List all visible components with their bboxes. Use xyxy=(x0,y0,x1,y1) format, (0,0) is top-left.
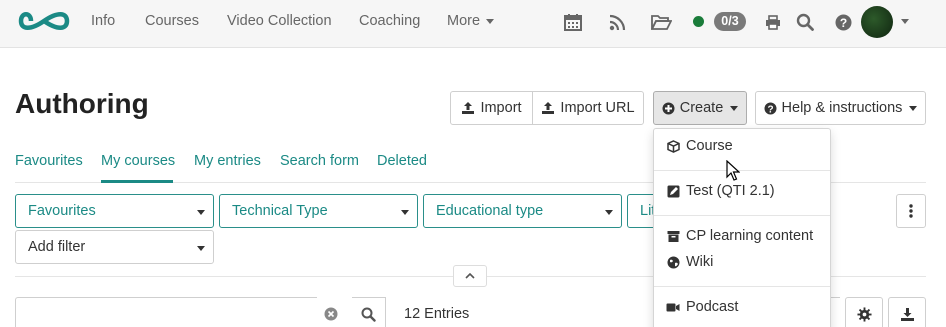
nav-courses[interactable]: Courses xyxy=(145,13,199,29)
add-filter-label: Add filter xyxy=(28,239,86,255)
search-button[interactable] xyxy=(352,297,386,327)
kebab-icon xyxy=(909,204,913,218)
test-icon xyxy=(666,184,680,198)
menu-item-podcast[interactable]: Podcast xyxy=(654,295,830,319)
search-icon xyxy=(361,307,376,322)
archive-icon xyxy=(666,229,680,243)
download-icon xyxy=(900,307,914,321)
import-url-button[interactable]: Import URL xyxy=(532,91,644,125)
upload-icon xyxy=(462,102,475,114)
chevron-down-icon[interactable] xyxy=(901,19,909,24)
help-label: Help & instructions xyxy=(781,100,903,116)
chevron-down-icon xyxy=(486,18,495,24)
status-dot xyxy=(693,16,704,27)
nav-coaching[interactable]: Coaching xyxy=(359,13,420,29)
search-input[interactable] xyxy=(15,297,317,327)
rss-icon[interactable] xyxy=(607,11,627,33)
tab-favourites[interactable]: Favourites xyxy=(15,153,83,169)
plus-circle-icon xyxy=(662,102,675,114)
menu-item-course-label: Course xyxy=(686,138,733,154)
settings-button[interactable] xyxy=(845,297,883,327)
nav-more-label: More xyxy=(447,13,481,29)
nav-info[interactable]: Info xyxy=(91,13,115,29)
svg-text:?: ? xyxy=(839,16,846,30)
chevron-down-icon xyxy=(197,210,205,215)
menu-item-test[interactable]: Test (QTI 2.1) xyxy=(654,179,830,203)
filter-technical-type-label: Technical Type xyxy=(232,203,328,219)
tab-my-courses[interactable]: My courses xyxy=(101,153,175,169)
svg-text:?: ? xyxy=(767,104,773,115)
active-tab-indicator xyxy=(101,180,173,183)
search-icon[interactable] xyxy=(795,11,815,33)
menu-item-test-label: Test (QTI 2.1) xyxy=(686,183,775,199)
entries-count: 12 Entries xyxy=(404,306,470,322)
tab-my-entries[interactable]: My entries xyxy=(194,153,261,169)
folder-icon[interactable] xyxy=(649,11,673,33)
clear-search-icon[interactable] xyxy=(324,307,338,321)
video-icon xyxy=(666,300,680,314)
tab-search-form[interactable]: Search form xyxy=(280,153,359,169)
menu-divider xyxy=(654,215,830,216)
filter-favourites-label: Favourites xyxy=(28,203,96,219)
menu-item-wiki-label: Wiki xyxy=(686,254,714,270)
tab-deleted[interactable]: Deleted xyxy=(377,153,427,169)
create-label: Create xyxy=(679,100,724,116)
gear-icon xyxy=(856,306,872,322)
nav-more[interactable]: More xyxy=(447,13,495,29)
logo-icon[interactable] xyxy=(17,6,71,36)
filter-technical-type[interactable]: Technical Type xyxy=(219,194,418,228)
help-instructions-button[interactable]: ? Help & instructions xyxy=(755,91,926,125)
import-button[interactable]: Import xyxy=(450,91,533,125)
menu-item-podcast-label: Podcast xyxy=(686,299,739,315)
download-button[interactable] xyxy=(888,297,926,327)
filter-educational-type[interactable]: Educational type xyxy=(423,194,622,228)
chevron-down-icon xyxy=(730,105,739,111)
collapse-filters-button[interactable] xyxy=(453,265,487,287)
add-filter-select[interactable]: Add filter xyxy=(15,230,214,264)
menu-divider xyxy=(654,170,830,171)
filter-educational-type-label: Educational type xyxy=(436,203,544,219)
calendar-icon[interactable] xyxy=(563,11,583,33)
question-circle-icon: ? xyxy=(764,102,777,115)
more-options-button[interactable] xyxy=(896,194,926,228)
status-count-badge[interactable]: 0/3 xyxy=(714,12,746,31)
nav-video-collection[interactable]: Video Collection xyxy=(227,13,332,29)
avatar[interactable] xyxy=(861,6,893,38)
menu-divider xyxy=(654,286,830,287)
chevron-down-icon xyxy=(909,105,918,111)
chevron-down-icon xyxy=(605,210,613,215)
create-dropdown-menu: Course Test (QTI 2.1) CP learning conten… xyxy=(653,128,831,327)
menu-item-cp-learning-content[interactable]: CP learning content xyxy=(654,224,830,248)
cube-icon xyxy=(666,139,680,153)
filter-favourites[interactable]: Favourites xyxy=(15,194,214,228)
menu-item-wiki[interactable]: Wiki xyxy=(654,250,830,274)
help-icon[interactable]: ? xyxy=(833,11,853,33)
chevron-up-icon xyxy=(465,273,475,279)
chevron-down-icon xyxy=(197,246,205,251)
top-navbar: Info Courses Video Collection Coaching M… xyxy=(0,0,946,48)
upload-icon xyxy=(542,102,555,114)
menu-item-cp-label: CP learning content xyxy=(686,228,814,244)
create-button[interactable]: Create xyxy=(653,91,747,125)
import-url-label: Import URL xyxy=(560,100,635,116)
globe-icon xyxy=(666,255,680,269)
menu-item-course[interactable]: Course xyxy=(654,134,830,158)
page-title: Authoring xyxy=(15,88,149,119)
chevron-down-icon xyxy=(401,210,409,215)
print-icon[interactable] xyxy=(763,11,783,33)
import-label: Import xyxy=(480,100,522,116)
